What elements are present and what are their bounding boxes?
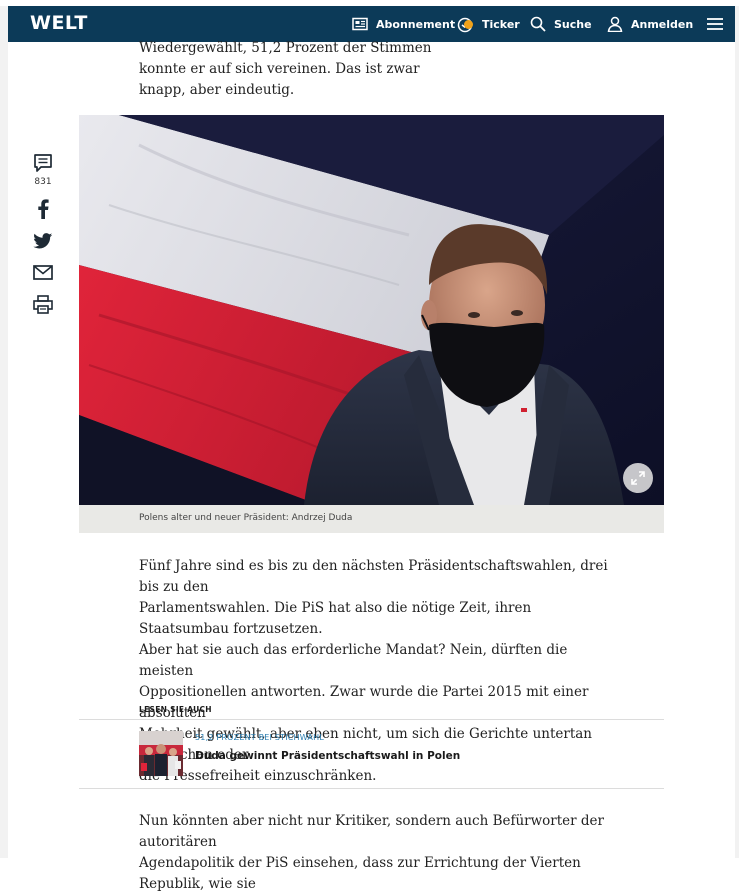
divider [79,788,664,789]
comment-icon [33,153,53,177]
related-article-title[interactable]: Duda gewinnt Präsidentschaftswahl in Pol… [195,750,460,762]
clock-icon [456,15,474,33]
article-paragraph: Wiedergewählt, 51,2 Prozent der Stimmen … [139,38,609,101]
expand-icon [631,471,645,485]
facebook-share-button[interactable] [30,199,56,223]
article-paragraph: Nun könnten aber nicht nur Kritiker, son… [139,811,609,895]
suche-label: Suche [554,17,592,31]
menu-button[interactable] [706,6,724,42]
divider [79,719,664,720]
paragraph-line: Nun könnten aber nicht nur Kritiker, son… [139,813,604,850]
search-icon [530,16,546,32]
paragraph-line: Aber hat sie auch das erforderliche Mand… [139,642,568,679]
user-icon [607,16,623,32]
ticker-badge [464,20,473,29]
twitter-share-button[interactable] [30,233,56,253]
paragraph-line: Oppositionellen antworten. Zwar wurde di… [139,684,589,721]
facebook-icon [37,199,49,223]
expand-image-button[interactable] [623,463,653,493]
related-article-thumbnail [139,731,183,776]
anmelden-link[interactable]: Anmelden [607,6,693,42]
photo-duda-with-polish-flag [79,115,664,505]
hamburger-icon [706,17,724,31]
paragraph-line: Agendapolitik der PiS einsehen, dass zur… [139,855,581,892]
ticker-link[interactable]: Ticker [456,6,520,42]
lesen-sie-auch-heading: LESEN SIE AUCH [139,705,212,714]
page-margin-right [735,0,739,858]
welt-logo[interactable]: WELT [30,12,88,34]
anmelden-label: Anmelden [631,17,694,31]
print-button[interactable] [30,295,56,318]
paragraph-line: knapp, aber eindeutig. [139,82,295,98]
image-caption-bar: Polens alter und neuer Präsident: Andrze… [79,505,664,533]
paragraph-line: konnte er auf sich vereinen. Das ist zwa… [139,61,420,77]
comments-button[interactable] [30,153,56,177]
suche-link[interactable]: Suche [530,6,592,42]
abonnement-link[interactable]: Abonnement [352,6,455,42]
site-header: WELT Abonnement Ticker Suche Anmelden [8,6,735,42]
ticker-label: Ticker [482,17,520,31]
comment-count: 831 [34,177,52,187]
mail-icon [33,265,53,284]
paragraph-line: Wiedergewählt, 51,2 Prozent der Stimmen [139,40,432,56]
abonnement-label: Abonnement [376,17,456,31]
mail-share-button[interactable] [30,265,56,284]
related-article-card[interactable]: 51,2 PROZENT BEI STICHWAHL Duda gewinnt … [139,731,609,777]
paragraph-line: Fünf Jahre sind es bis zu den nächsten P… [139,558,608,595]
related-article-kicker: 51,2 PROZENT BEI STICHWAHL [195,733,324,742]
newspaper-icon [352,17,368,31]
article-hero-image[interactable] [79,115,664,505]
paragraph-line: Parlamentswahlen. Die PiS hat also die n… [139,600,532,637]
image-caption: Polens alter und neuer Präsident: Andrze… [139,513,353,523]
print-icon [33,295,53,318]
page-margin-left [0,0,8,858]
twitter-icon [33,233,53,253]
